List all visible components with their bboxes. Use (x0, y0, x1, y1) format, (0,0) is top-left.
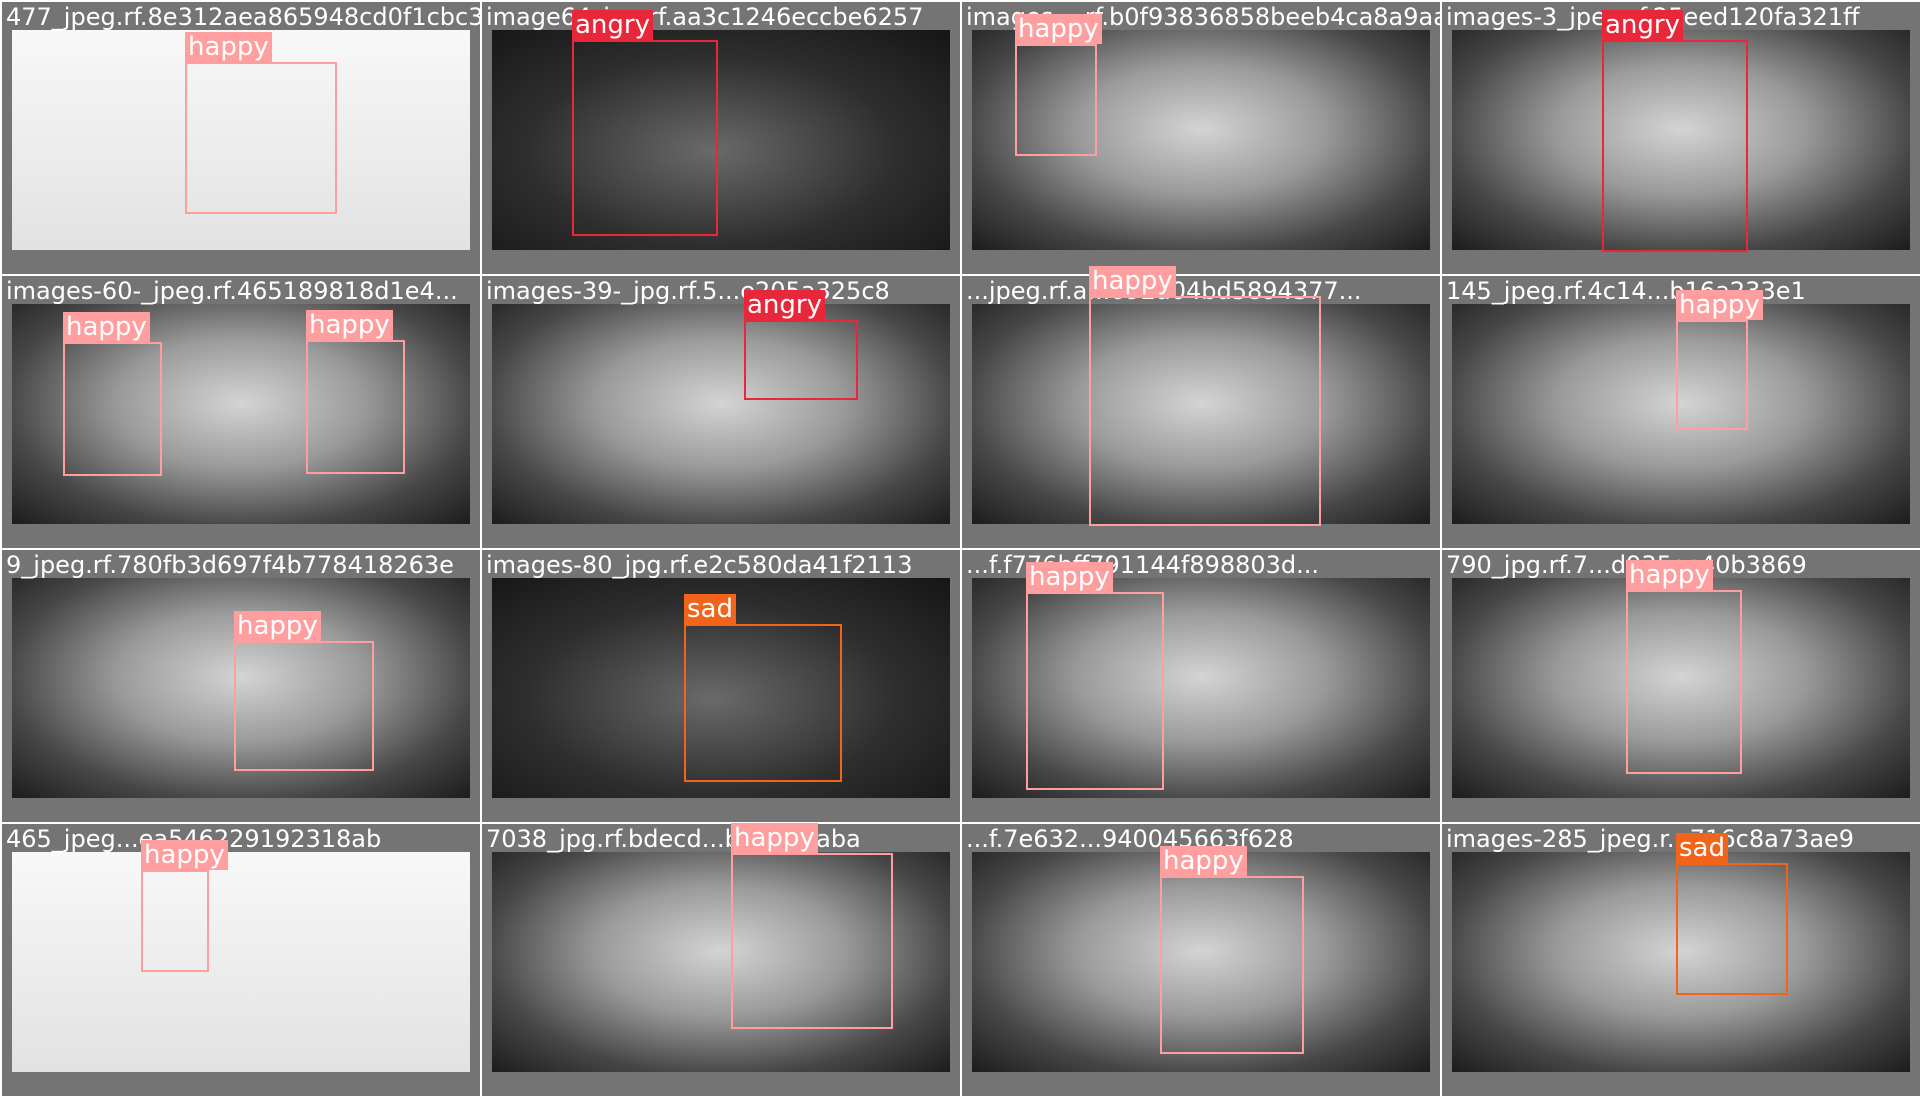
grayscale-photo (492, 30, 950, 250)
face-bounding-box (1089, 296, 1321, 526)
detection-results-grid: 477_jpeg.rf.8e312aea865948cd0f1cbc31bf ha… (0, 0, 1920, 1100)
emotion-label: happy (185, 32, 272, 62)
face-bounding-box (1676, 863, 1788, 995)
face-bounding-box (1160, 876, 1304, 1054)
face-bounding-box (744, 320, 858, 400)
emotion-label: angry (1602, 10, 1683, 40)
face-bounding-box (185, 62, 337, 214)
emotion-label: happy (1676, 290, 1763, 320)
emotion-label: angry (572, 10, 653, 40)
emotion-label: happy (1626, 560, 1713, 590)
emotion-label: happy (306, 310, 393, 340)
face-bounding-box (63, 342, 162, 476)
emotion-label: angry (744, 290, 825, 320)
image-filename: images-39-_jpg.rf.5...e205a325c8 (486, 277, 890, 305)
emotion-label: happy (1160, 846, 1247, 876)
emotion-label: sad (1676, 833, 1728, 863)
image-filename: image64_jpg.rf.aa3c1246eccbe6257 (486, 3, 924, 31)
face-bounding-box (684, 624, 842, 782)
emotion-label: happy (1089, 266, 1176, 296)
face-bounding-box (234, 641, 374, 771)
result-tile: image64_jpg.rf.aa3c1246eccbe6257 (482, 2, 960, 274)
image-filename: 477_jpeg.rf.8e312aea865948cd0f1cbc31bf (6, 3, 480, 31)
face-bounding-box (1626, 590, 1742, 774)
grayscale-photo (12, 852, 470, 1072)
emotion-label: happy (1026, 562, 1113, 592)
face-bounding-box (1026, 592, 1164, 790)
face-bounding-box (1015, 44, 1097, 156)
grayscale-photo (492, 304, 950, 524)
emotion-label: happy (731, 823, 818, 853)
result-tile: 465_jpeg...ea546229192318ab (2, 824, 480, 1096)
face-bounding-box (731, 853, 893, 1029)
emotion-label: happy (1015, 14, 1102, 44)
face-bounding-box (572, 40, 718, 236)
emotion-label: happy (234, 611, 321, 641)
face-bounding-box (1602, 40, 1748, 252)
face-bounding-box (141, 870, 209, 972)
image-filename: images-285_jpeg.r...716c8a73ae9 (1446, 825, 1855, 853)
result-tile: images-39-_jpg.rf.5...e205a325c8 (482, 276, 960, 548)
face-bounding-box (1676, 320, 1748, 430)
emotion-label: happy (141, 840, 228, 870)
image-filename: images-80_jpg.rf.e2c580da41f2113 (486, 551, 913, 579)
emotion-label: sad (684, 594, 736, 624)
image-filename: images-60-_jpeg.rf.465189818d1e4... (6, 277, 458, 305)
image-filename: 9_jpeg.rf.780fb3d697f4b778418263e (6, 551, 454, 579)
image-filename: ...f.f776bff791144f898803d... (966, 551, 1320, 579)
emotion-label: happy (63, 312, 150, 342)
face-bounding-box (306, 340, 405, 474)
